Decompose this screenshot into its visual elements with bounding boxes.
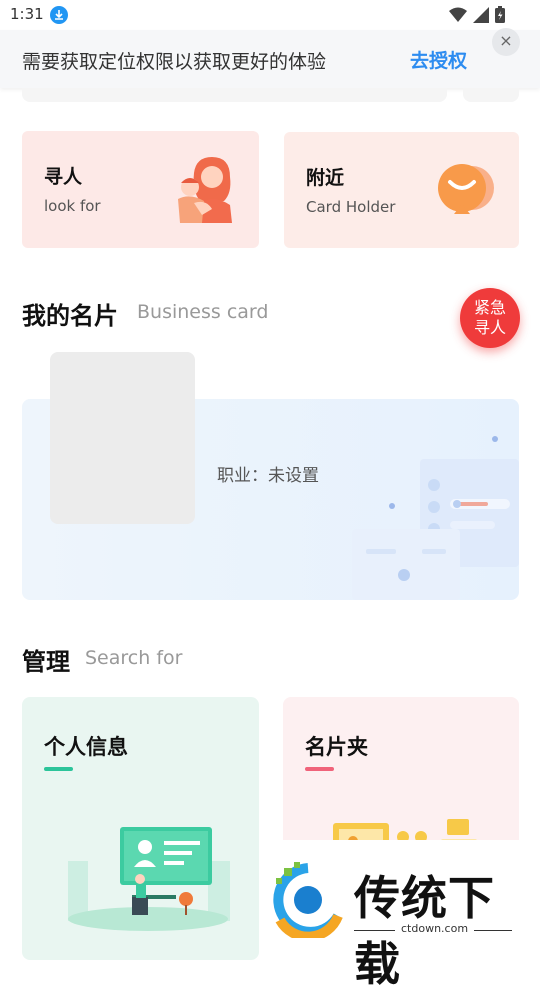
- watermark-url: ctdown.com: [395, 922, 475, 935]
- card-title: 寻人: [44, 166, 83, 188]
- status-bar: 1:31: [0, 0, 540, 30]
- business-card-subheading: Business card: [137, 301, 269, 323]
- personal-info-card[interactable]: 个人信息: [22, 697, 259, 960]
- accent-bar: [44, 767, 73, 771]
- mother-child-illustration: [178, 157, 232, 223]
- manage-subheading: Search for: [85, 647, 183, 669]
- download-notification-icon: [50, 6, 68, 24]
- scrolled-card-edge: [22, 88, 447, 102]
- location-permission-banner: 需要获取定位权限以获取更好的体验 去授权 ×: [0, 28, 540, 88]
- card-title: 名片夹: [305, 735, 368, 759]
- close-banner-button[interactable]: ×: [492, 28, 520, 56]
- card-background-illustration: [352, 436, 519, 600]
- card-title: 附近: [306, 167, 345, 189]
- card-subtitle: look for: [44, 197, 101, 215]
- find-person-card[interactable]: 寻人 look for: [22, 131, 259, 248]
- accent-bar: [305, 767, 334, 771]
- chat-bubble-illustration: [438, 164, 494, 214]
- nearby-card[interactable]: 附近 Card Holder: [284, 132, 519, 248]
- job-label: 职业：未设置: [217, 466, 319, 486]
- system-icons: [448, 6, 506, 24]
- card-subtitle: Card Holder: [306, 198, 396, 216]
- emergency-find-person-button[interactable]: 紧急 寻人: [460, 288, 520, 348]
- card-title: 个人信息: [44, 735, 128, 759]
- scrolled-card-edge: [463, 88, 519, 102]
- banner-message: 需要获取定位权限以获取更好的体验: [22, 51, 327, 73]
- battery-icon: [495, 6, 505, 23]
- status-time: 1:31: [10, 5, 44, 23]
- signal-icon: [473, 7, 489, 23]
- avatar-placeholder[interactable]: [50, 352, 195, 524]
- close-icon: ×: [499, 31, 513, 50]
- watermark-logo: [273, 862, 343, 938]
- emergency-line-2: 寻人: [473, 318, 506, 337]
- manage-heading: 管理: [22, 648, 70, 676]
- wifi-icon: [449, 7, 467, 22]
- emergency-line-1: 紧急: [473, 298, 506, 317]
- profile-board-illustration: [68, 827, 230, 931]
- watermark: 传统下载 ctdown.com: [262, 840, 540, 991]
- business-card-heading: 我的名片: [22, 302, 118, 330]
- authorize-button[interactable]: 去授权: [410, 46, 467, 73]
